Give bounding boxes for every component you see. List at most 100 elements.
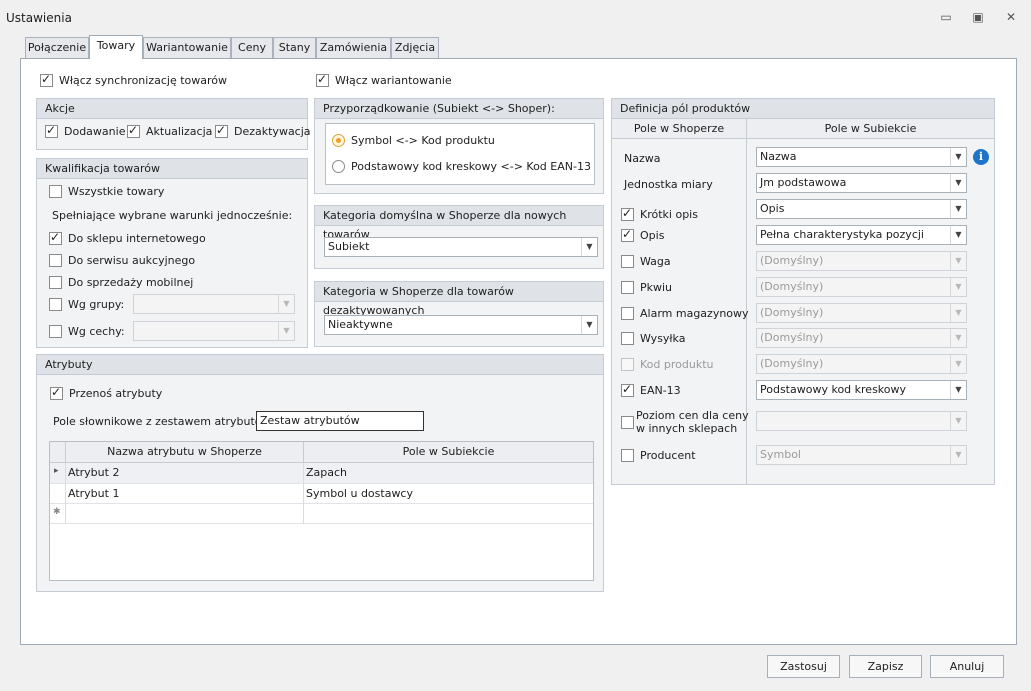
group-select[interactable]: ▼	[133, 294, 295, 314]
field-price-level-checkbox[interactable]	[621, 415, 634, 429]
action-add-checkbox[interactable]	[45, 123, 58, 138]
field-producer-select[interactable]: Symbol ▼	[756, 445, 967, 465]
chevron-down-icon: ▼	[581, 316, 597, 334]
dictionary-field-label: Pole słownikowe z zestawem atrybutów:	[53, 415, 274, 428]
all-products-option[interactable]: Wszystkie towary	[49, 185, 164, 198]
deactivated-category-value: Nieaktywne	[328, 318, 393, 331]
close-button[interactable]: ✕	[1000, 8, 1022, 26]
sync-products-toggle[interactable]: Włącz synchronizację towarów	[40, 72, 227, 87]
field-short-desc-option[interactable]: Krótki opis	[621, 206, 698, 221]
table-row[interactable]: Atrybut 1 Symbol u dostawcy	[50, 484, 593, 504]
by-feature-option[interactable]: Wg cechy:	[49, 325, 125, 338]
new-row[interactable]: ✱	[50, 504, 593, 524]
minimize-button[interactable]: ▭	[935, 8, 957, 26]
tab-polaczenie[interactable]: Połączenie	[25, 37, 89, 58]
field-shipping-checkbox[interactable]	[621, 332, 634, 345]
action-update-checkbox[interactable]	[127, 123, 140, 138]
new-row-icon: ✱	[53, 507, 61, 517]
field-weight-label: Waga	[640, 255, 671, 268]
field-stock-alarm-checkbox[interactable]	[621, 307, 634, 320]
field-price-level-option[interactable]: Poziom cen dla ceny w innych sklepach	[621, 409, 749, 435]
tab-zamowienia[interactable]: Zamówienia	[316, 37, 391, 58]
chevron-down-icon: ▼	[950, 412, 966, 430]
tab-wariantowanie[interactable]: Wariantowanie	[143, 37, 231, 58]
default-category-select[interactable]: Subiekt ▼	[324, 237, 598, 257]
field-short-desc-select[interactable]: Opis ▼	[756, 199, 967, 219]
mobile-sales-checkbox[interactable]	[49, 276, 62, 289]
save-button[interactable]: Zapisz	[849, 655, 922, 678]
auction-checkbox[interactable]	[49, 254, 62, 267]
table-row[interactable]: ▸ Atrybut 2 Zapach	[50, 463, 593, 484]
online-shop-checkbox[interactable]	[49, 230, 62, 245]
field-name-select[interactable]: Nazwa ▼	[756, 147, 967, 167]
field-ean-select[interactable]: Podstawowy kod kreskowy ▼	[756, 380, 967, 400]
mapping-option-symbol[interactable]: Symbol <-> Kod produktu	[332, 134, 495, 147]
field-definitions-title: Definicja pól produktów	[612, 99, 994, 119]
all-products-checkbox[interactable]	[49, 185, 62, 198]
field-ean-option[interactable]: EAN-13	[621, 382, 681, 397]
action-add[interactable]: Dodawanie	[45, 123, 125, 138]
field-desc-select[interactable]: Pełna charakterystyka pozycji ▼	[756, 225, 967, 245]
variants-toggle[interactable]: Włącz wariantowanie	[316, 72, 452, 87]
action-deactivate-checkbox[interactable]	[215, 123, 228, 138]
transfer-attributes-checkbox[interactable]	[50, 385, 63, 400]
field-pkwiu-option[interactable]: Pkwiu	[621, 281, 672, 294]
field-ean-checkbox[interactable]	[621, 382, 634, 397]
actions-group: Akcje Dodawanie Aktualizacja Dezaktywacj…	[36, 98, 311, 150]
auction-label: Do serwisu aukcyjnego	[68, 254, 196, 267]
tab-ceny[interactable]: Ceny	[231, 37, 273, 58]
field-unit-select[interactable]: Jm podstawowa ▼	[756, 173, 967, 193]
row-attribute-name: Atrybut 1	[68, 487, 120, 500]
mapping-option-ean[interactable]: Podstawowy kod kreskowy <-> Kod EAN-13	[332, 160, 591, 173]
field-weight-option[interactable]: Waga	[621, 255, 671, 268]
field-shipping-option[interactable]: Wysyłka	[621, 332, 685, 345]
attributes-group-title: Atrybuty	[37, 355, 603, 375]
field-unit-value: Jm podstawowa	[760, 176, 847, 189]
row-subiekt-field: Zapach	[306, 466, 348, 479]
field-stock-alarm-option[interactable]: Alarm magazynowy	[621, 307, 749, 320]
field-shipping-select[interactable]: (Domyślny) ▼	[756, 328, 967, 348]
mapping-ean-radio[interactable]	[332, 160, 345, 173]
field-stock-alarm-select[interactable]: (Domyślny) ▼	[756, 303, 967, 323]
field-short-desc-checkbox[interactable]	[621, 206, 634, 221]
tab-zdjecia[interactable]: Zdjęcia	[391, 37, 439, 58]
action-deactivate[interactable]: Dezaktywacja	[215, 123, 311, 138]
field-price-level-select[interactable]: ▼	[756, 411, 967, 431]
field-producer-option[interactable]: Producent	[621, 449, 696, 462]
field-weight-checkbox[interactable]	[621, 255, 634, 268]
field-producer-value: Symbol	[760, 448, 801, 461]
transfer-attributes-option[interactable]: Przenoś atrybuty	[50, 385, 163, 400]
by-feature-checkbox[interactable]	[49, 325, 62, 338]
transfer-attributes-label: Przenoś atrybuty	[69, 387, 163, 400]
variants-checkbox[interactable]	[316, 72, 329, 87]
action-update[interactable]: Aktualizacja	[127, 123, 212, 138]
field-product-code-checkbox	[621, 358, 634, 371]
conditions-label: Spełniające wybrane warunki jednocześnie…	[52, 209, 293, 222]
field-desc-checkbox[interactable]	[621, 227, 634, 242]
deactivated-category-select[interactable]: Nieaktywne ▼	[324, 315, 598, 335]
mobile-sales-option[interactable]: Do sprzedaży mobilnej	[49, 276, 193, 289]
info-icon[interactable]: i	[973, 149, 989, 165]
field-desc-option[interactable]: Opis	[621, 227, 664, 242]
by-group-option[interactable]: Wg grupy:	[49, 298, 124, 311]
online-shop-option[interactable]: Do sklepu internetowego	[49, 230, 206, 245]
tab-stany[interactable]: Stany	[273, 37, 316, 58]
tab-towary[interactable]: Towary	[89, 35, 143, 59]
deactivated-category-group: Kategoria w Shoperze dla towarów dezakty…	[314, 281, 604, 347]
sync-products-checkbox[interactable]	[40, 72, 53, 87]
dictionary-field-select[interactable]: Zestaw atrybutów ▼	[256, 411, 424, 431]
field-weight-select[interactable]: (Domyślny) ▼	[756, 251, 967, 271]
feature-select[interactable]: ▼	[133, 321, 295, 341]
field-product-code-select[interactable]: (Domyślny) ▼	[756, 354, 967, 374]
restore-button[interactable]: ▣	[967, 8, 989, 26]
field-pkwiu-select[interactable]: (Domyślny) ▼	[756, 277, 967, 297]
field-pkwiu-checkbox[interactable]	[621, 281, 634, 294]
auction-option[interactable]: Do serwisu aukcyjnego	[49, 254, 195, 267]
by-group-checkbox[interactable]	[49, 298, 62, 311]
cancel-button[interactable]: Anuluj	[930, 655, 1004, 678]
apply-button[interactable]: Zastosuj	[767, 655, 840, 678]
mapping-symbol-radio[interactable]	[332, 134, 345, 147]
variants-label: Włącz wariantowanie	[335, 74, 452, 87]
by-group-label: Wg grupy:	[68, 298, 125, 311]
field-producer-checkbox[interactable]	[621, 449, 634, 462]
